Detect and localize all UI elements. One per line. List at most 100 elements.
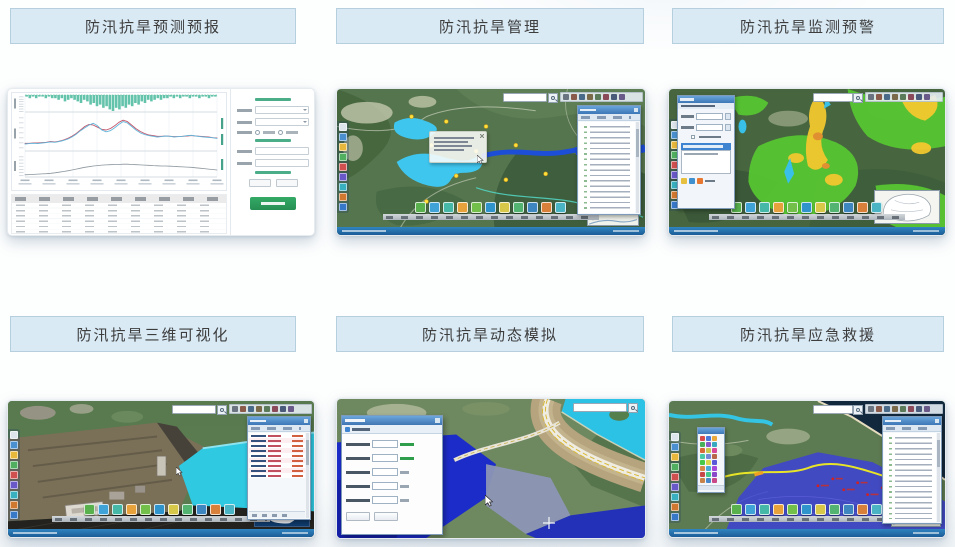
app-icon[interactable] xyxy=(10,501,18,509)
layer-tree[interactable] xyxy=(884,433,936,522)
app-icon[interactable] xyxy=(619,94,625,100)
app-icon[interactable] xyxy=(924,406,930,412)
app-icon[interactable] xyxy=(10,441,18,449)
search-button[interactable] xyxy=(628,403,638,413)
app-icon[interactable] xyxy=(671,473,679,481)
app-icon[interactable] xyxy=(485,202,496,213)
row-action-link[interactable] xyxy=(292,435,303,437)
pick-on-map-link[interactable] xyxy=(400,443,414,446)
app-icon[interactable] xyxy=(339,203,347,211)
app-icon[interactable] xyxy=(745,504,756,515)
search-button[interactable] xyxy=(853,93,863,103)
row-action-link[interactable] xyxy=(292,460,303,462)
app-icon[interactable] xyxy=(196,504,207,515)
app-icon[interactable] xyxy=(829,202,840,213)
app-icon[interactable] xyxy=(706,472,711,477)
app-icon[interactable] xyxy=(272,406,278,412)
panel-tabs[interactable] xyxy=(248,425,310,432)
app-icon[interactable] xyxy=(280,406,286,412)
app-icon[interactable] xyxy=(339,173,347,181)
app-icon[interactable] xyxy=(908,94,914,100)
app-icon[interactable] xyxy=(10,481,18,489)
app-icon[interactable] xyxy=(429,202,440,213)
table-row[interactable] xyxy=(249,473,305,478)
app-icon[interactable] xyxy=(84,504,95,515)
radio-option[interactable] xyxy=(255,130,260,135)
app-icon[interactable] xyxy=(773,202,784,213)
app-icon[interactable] xyxy=(876,406,882,412)
app-icon[interactable] xyxy=(224,504,235,515)
panel-titlebar[interactable] xyxy=(578,106,640,114)
start-time-input[interactable] xyxy=(255,147,309,155)
close-icon[interactable] xyxy=(634,108,638,112)
app-icon[interactable] xyxy=(339,143,347,151)
dropdown-button[interactable] xyxy=(725,124,731,131)
app-icon[interactable] xyxy=(671,493,679,501)
app-icon[interactable] xyxy=(871,202,882,213)
map-toolbar[interactable] xyxy=(865,404,943,414)
app-icon[interactable] xyxy=(759,202,770,213)
app-icon[interactable] xyxy=(706,436,711,441)
pick-on-map-link[interactable] xyxy=(400,457,414,460)
app-icon[interactable] xyxy=(706,442,711,447)
search-button[interactable] xyxy=(217,405,227,415)
app-icon[interactable] xyxy=(700,454,705,459)
app-icon[interactable] xyxy=(248,406,254,412)
palette-icon-grid[interactable] xyxy=(698,434,724,485)
radio-option[interactable] xyxy=(278,130,283,135)
app-icon[interactable] xyxy=(884,406,890,412)
app-icon[interactable] xyxy=(671,483,679,491)
app-icon[interactable] xyxy=(541,202,552,213)
app-icon[interactable] xyxy=(815,202,826,213)
dialog-tab[interactable] xyxy=(342,425,442,434)
app-icon[interactable] xyxy=(671,463,679,471)
panel-tabs[interactable] xyxy=(578,114,640,121)
search-input[interactable] xyxy=(813,93,853,102)
app-icon[interactable] xyxy=(916,406,922,412)
result-list[interactable] xyxy=(681,150,731,174)
app-icon[interactable] xyxy=(712,478,717,483)
app-icon[interactable] xyxy=(499,202,510,213)
station-select[interactable] xyxy=(255,118,309,126)
layer-tree-panel[interactable] xyxy=(882,416,942,524)
breach-direction-input[interactable] xyxy=(372,454,398,462)
row-action-link[interactable] xyxy=(292,475,303,477)
run-forecast-button[interactable] xyxy=(250,197,296,210)
object-data-panel[interactable] xyxy=(247,416,311,520)
close-icon[interactable] xyxy=(480,134,484,138)
app-icon[interactable] xyxy=(900,94,906,100)
map-toolbar[interactable] xyxy=(229,404,312,414)
end-date-input[interactable] xyxy=(696,124,723,131)
app-icon[interactable] xyxy=(579,94,585,100)
app-icon[interactable] xyxy=(126,504,137,515)
app-icon[interactable] xyxy=(10,451,18,459)
forecast-data-table[interactable] xyxy=(11,194,227,234)
app-icon[interactable] xyxy=(513,202,524,213)
checkbox[interactable] xyxy=(691,135,695,139)
option-button[interactable] xyxy=(276,179,298,187)
app-icon[interactable] xyxy=(112,504,123,515)
app-icon[interactable] xyxy=(712,436,717,441)
layer-tree[interactable] xyxy=(579,122,635,213)
end-time-input[interactable] xyxy=(255,159,309,167)
app-icon[interactable] xyxy=(731,504,742,515)
app-icon[interactable] xyxy=(457,202,468,213)
app-icon[interactable] xyxy=(884,94,890,100)
app-icon[interactable] xyxy=(10,431,18,439)
scrollbar[interactable] xyxy=(937,433,940,522)
app-icon[interactable] xyxy=(908,406,914,412)
row-action-link[interactable] xyxy=(292,470,303,472)
app-icon[interactable] xyxy=(415,202,426,213)
map-tools-sidebar[interactable] xyxy=(8,429,20,521)
app-dock[interactable] xyxy=(731,504,882,515)
app-icon[interactable] xyxy=(876,94,882,100)
app-icon[interactable] xyxy=(706,454,711,459)
panel-titlebar[interactable] xyxy=(678,96,734,103)
table-rows[interactable] xyxy=(12,203,226,233)
row-action-link[interactable] xyxy=(292,465,303,467)
app-icon[interactable] xyxy=(140,504,151,515)
app-icon[interactable] xyxy=(712,448,717,453)
app-icon[interactable] xyxy=(339,183,347,191)
app-icon[interactable] xyxy=(871,504,882,515)
app-icon[interactable] xyxy=(773,504,784,515)
